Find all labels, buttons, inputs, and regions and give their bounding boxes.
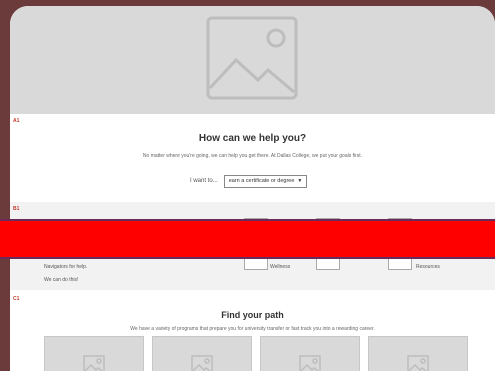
resources-label: Resources	[416, 264, 440, 270]
image-placeholder-icon	[407, 355, 429, 371]
hero-image	[10, 6, 495, 114]
want-row: I want to... earn a certificate or degre…	[190, 173, 308, 189]
want-label: I want to...	[190, 178, 218, 184]
program-card[interactable]	[152, 336, 252, 371]
help-subtitle: No matter where you're going, we can hel…	[142, 153, 363, 159]
goal-select[interactable]: earn a certificate or degree ▼	[223, 174, 308, 188]
section-tag-b1: B1	[13, 206, 20, 212]
image-placeholder-icon	[299, 355, 321, 371]
goal-select-value: earn a certificate or degree	[228, 178, 295, 184]
band-text-navigators: Navigators for help.	[44, 264, 88, 270]
band-text-can-do: We can do this!	[44, 277, 79, 283]
program-card[interactable]	[44, 336, 144, 371]
red-overlay-bar	[0, 219, 495, 259]
image-placeholder-icon	[83, 355, 105, 371]
path-title: Find your path	[221, 310, 284, 320]
help-title: How can we help you?	[198, 133, 307, 144]
wellness-label: Wellness	[270, 264, 291, 270]
page-frame: A1 How can we help you? No matter where …	[10, 6, 495, 371]
path-subtitle: We have a variety of programs that prepa…	[130, 326, 375, 332]
program-card[interactable]	[368, 336, 468, 371]
image-placeholder-icon	[206, 16, 298, 100]
section-tag-a1: A1	[13, 118, 20, 124]
caret-down-icon: ▼	[297, 178, 303, 184]
program-card[interactable]	[260, 336, 360, 371]
image-placeholder-icon	[191, 355, 213, 371]
section-tag-c1: C1	[13, 296, 20, 302]
